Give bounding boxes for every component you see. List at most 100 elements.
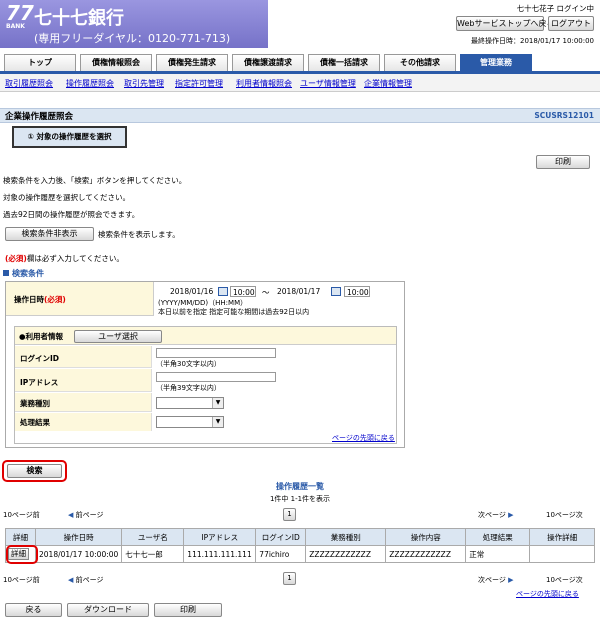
next-arrow-icon: ▶ — [508, 576, 514, 584]
prev-label: 前ページ — [75, 511, 104, 519]
next10-link-bottom: 10ページ次 — [546, 576, 583, 584]
login-id-hint: （半角30文字以内） — [156, 360, 221, 368]
col-user: ユーザ名 — [121, 528, 185, 546]
ip-hint: （半角39文字以内） — [156, 384, 221, 392]
time-to-value: 10:00 — [347, 288, 369, 297]
cell-op-detail — [529, 545, 595, 563]
bank-name: 七十七銀行 — [34, 8, 124, 29]
col-result: 処理結果 — [465, 528, 531, 546]
section-title: 検索条件 — [3, 268, 44, 279]
download-button[interactable]: ダウンロード — [67, 603, 149, 617]
date-range-note: 本日以前を指定 指定可能な期間は過去92日以内 — [158, 308, 310, 316]
col-login-id: ログインID — [255, 528, 307, 546]
date-label: 操作日時(必須) — [14, 294, 66, 305]
instruction-2: 対象の操作履歴を選択してください。 — [3, 193, 131, 202]
next-page-bottom: 次ページ ▶ — [478, 575, 514, 585]
date-to-value: 2018/01/17 — [277, 287, 321, 296]
subnav-permission-management[interactable]: 指定許可管理 — [175, 78, 223, 89]
col-datetime: 操作日時 — [34, 528, 123, 546]
prev-arrow-icon: ◀ — [68, 511, 74, 519]
websvc-top-button[interactable]: Webサービストップへ戻る — [456, 16, 554, 31]
page-title-bar — [0, 108, 600, 123]
cell-ip: 111.111.111.111 — [183, 545, 257, 563]
cell-biz: ZZZZZZZZZZZZ — [305, 545, 387, 563]
date-tilde: 〜 — [262, 288, 270, 297]
toggle-conditions-button[interactable]: 検索条件非表示 — [5, 227, 94, 241]
chevron-down-icon: ▼ — [212, 417, 223, 427]
date-required: (必須) — [44, 295, 66, 304]
time-from-value: 10:00 — [233, 288, 255, 297]
user-select-button[interactable]: ユーザ選択 — [74, 330, 162, 343]
col-ip: IPアドレス — [183, 528, 257, 546]
time-from-field[interactable]: 10:00 — [230, 286, 256, 297]
next-label: 次ページ — [478, 511, 506, 519]
cell-result: 正常 — [465, 545, 531, 563]
page-number-button-bottom[interactable]: 1 — [283, 572, 296, 585]
cell-user: 七十七一郎 — [121, 545, 185, 563]
cell-op: ZZZZZZZZZZZZ — [385, 545, 467, 563]
required-note: 欄は必ず入力してください。 — [26, 254, 124, 263]
login-id-input[interactable] — [156, 348, 276, 358]
page-number-button[interactable]: 1 — [283, 508, 296, 521]
page-top-link-form[interactable]: ページの先頭に戻る — [332, 433, 395, 443]
page-top-link-results[interactable]: ページの先頭に戻る — [516, 589, 579, 599]
last-login: 最終操作日時：2018/01/17 10:00:00 — [470, 37, 594, 45]
step-indicator: ① 対象の操作履歴を選択 — [12, 126, 127, 148]
prev-arrow-icon: ◀ — [68, 576, 74, 584]
prev10-link: 10ページ前 — [3, 511, 40, 519]
required-note-line: (必須)欄は必ず入力してください。 — [5, 253, 124, 264]
user-info-header — [15, 327, 396, 345]
subnav-transaction-history[interactable]: 取引履歴照会 — [5, 78, 53, 89]
ip-label: IPアドレス — [20, 378, 59, 387]
toggle-note: 検索条件を表示します。 — [98, 230, 180, 239]
ip-input[interactable] — [156, 372, 276, 382]
print-button-bottom[interactable]: 印刷 — [154, 603, 222, 617]
results-table: 詳細 操作日時 ユーザ名 IPアドレス ログインID 業務種別 操作内容 処理結… — [5, 528, 595, 563]
results-title: 操作履歴一覧 — [276, 482, 324, 491]
time-to-field[interactable]: 10:00 — [344, 286, 370, 297]
tab-bond-info[interactable]: 債権情報照会 — [80, 54, 152, 71]
tab-top[interactable]: トップ — [4, 54, 76, 71]
screen-id: SCUSRS12101 — [534, 111, 594, 120]
date-from-value: 2018/01/16 — [170, 287, 214, 296]
print-button[interactable]: 印刷 — [536, 155, 590, 169]
tab-admin[interactable]: 管理業務 — [460, 54, 532, 71]
user-status: 七十七花子 ログイン中 — [516, 4, 594, 13]
instruction-1: 検索条件を入力後、「検索」ボタンを押してください。 — [3, 176, 187, 185]
col-detail: 詳細 — [5, 528, 36, 546]
tab-bulk-request[interactable]: 債権一括請求 — [308, 54, 380, 71]
page-title: 企業操作履歴照会 — [5, 112, 74, 122]
subnav-operation-history[interactable]: 操作履歴照会 — [66, 78, 114, 89]
tab-other-request[interactable]: その他請求 — [384, 54, 456, 71]
back-button[interactable]: 戻る — [5, 603, 62, 617]
calendar-icon-from[interactable] — [218, 287, 228, 296]
login-id-label: ログインID — [20, 354, 60, 363]
chevron-down-icon: ▼ — [212, 398, 223, 408]
header-banner: 77 BANK 七十七銀行 (専用フリーダイヤル：0120-771-713) — [0, 0, 268, 48]
logout-button[interactable]: ログアウト — [548, 16, 594, 31]
subnav-client-management[interactable]: 取引先管理 — [124, 78, 164, 89]
col-op: 操作内容 — [385, 528, 467, 546]
next-label-bottom: 次ページ — [478, 576, 506, 584]
tab-bond-issue[interactable]: 債権発生請求 — [156, 54, 228, 71]
search-button[interactable]: 検索 — [7, 464, 62, 478]
next-arrow-icon: ▶ — [508, 511, 514, 519]
subnav-user-info-inquiry[interactable]: 利用者情報照会 — [236, 78, 292, 89]
next-page: 次ページ ▶ — [478, 510, 514, 520]
result-select[interactable]: ▼ — [156, 416, 224, 428]
calendar-icon-to[interactable] — [331, 287, 341, 296]
next10-link: 10ページ次 — [546, 511, 583, 519]
logo-number: 77 — [6, 1, 34, 25]
cell-login-id: 77ichiro — [255, 545, 307, 563]
prev-page-bottom: ◀ 前ページ — [68, 575, 104, 585]
instruction-3: 過去92日間の操作履歴が照会できます。 — [3, 210, 140, 219]
biz-type-select[interactable]: ▼ — [156, 397, 224, 409]
subnav-user-info-management[interactable]: ユーザ情報管理 — [300, 78, 356, 89]
section-title-text: 検索条件 — [12, 269, 44, 278]
bank-logo: 77 BANK — [6, 3, 34, 30]
subnav-company-info[interactable]: 企業情報管理 — [364, 78, 412, 89]
step-label: ① 対象の操作履歴を選択 — [27, 132, 112, 141]
result-label: 処理結果 — [20, 418, 50, 427]
required-mark: (必須) — [5, 254, 27, 263]
tab-bond-transfer[interactable]: 債権譲渡請求 — [232, 54, 304, 71]
